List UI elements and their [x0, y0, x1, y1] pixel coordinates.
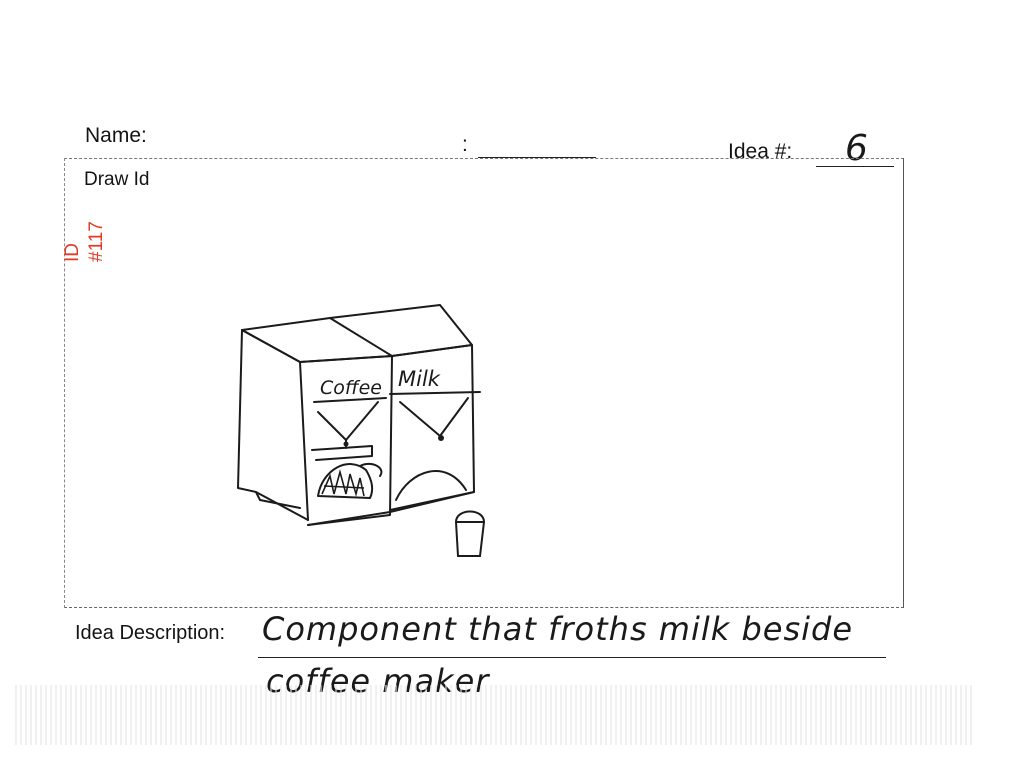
- milk-drip: [438, 435, 444, 441]
- machine-sketch: Coffee Milk: [237, 304, 486, 557]
- description-label: Idea Description:: [75, 622, 226, 644]
- description-underline: [258, 657, 886, 658]
- machine-outline: [237, 304, 481, 526]
- milk-label: Milk: [398, 367, 441, 391]
- scan-noise: [15, 685, 975, 745]
- description-line-1: Component that froths milk beside: [262, 610, 853, 648]
- coffee-label: Coffee: [320, 377, 382, 399]
- coffee-drip: [343, 441, 349, 447]
- cup-sketch: [454, 510, 486, 557]
